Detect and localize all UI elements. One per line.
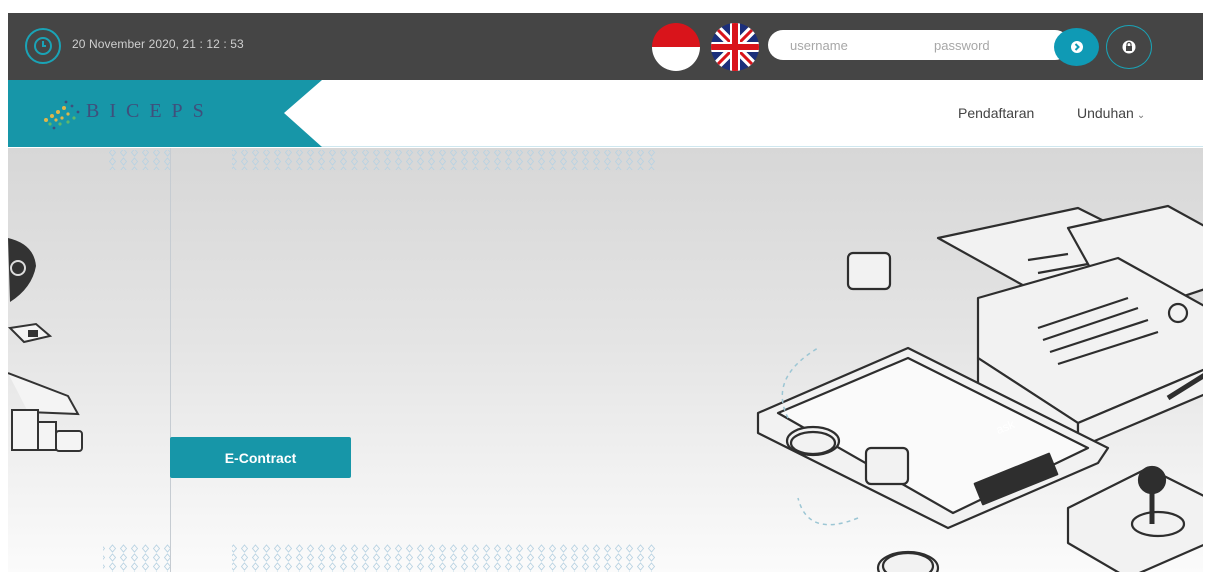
lock-icon: [1122, 40, 1136, 54]
nav-item-unduhan[interactable]: Unduhan ⌄: [1077, 105, 1145, 121]
left-illustration: [8, 238, 83, 452]
nav-item-pendaftaran[interactable]: Pendaftaran: [958, 105, 1034, 121]
logo-text[interactable]: BICEPS: [86, 100, 214, 123]
flag-indonesia-icon[interactable]: [652, 23, 700, 71]
current-datetime: 20 November 2020, 21 : 12 : 53: [72, 37, 244, 51]
clock-icon: [25, 28, 61, 64]
login-submit-button[interactable]: [1054, 28, 1099, 66]
username-input[interactable]: [790, 30, 910, 60]
arrow-right-icon: [1070, 41, 1083, 53]
main-navbar: BICEPS Pendaftaran Unduhan ⌄: [8, 80, 1203, 147]
chevron-down-icon: ⌄: [1136, 110, 1146, 121]
lock-button[interactable]: [1106, 25, 1152, 69]
top-bar: 20 November 2020, 21 : 12 : 53: [8, 13, 1203, 80]
e-contract-button[interactable]: E-Contract: [170, 437, 351, 478]
nav-item-unduhan-label: Unduhan: [1077, 105, 1134, 121]
password-input[interactable]: [934, 30, 1054, 60]
login-form: [768, 30, 1070, 60]
hero-banner: ask: [8, 148, 1203, 572]
flag-uk-icon[interactable]: [711, 23, 759, 71]
hero-illustration: [756, 204, 1203, 572]
